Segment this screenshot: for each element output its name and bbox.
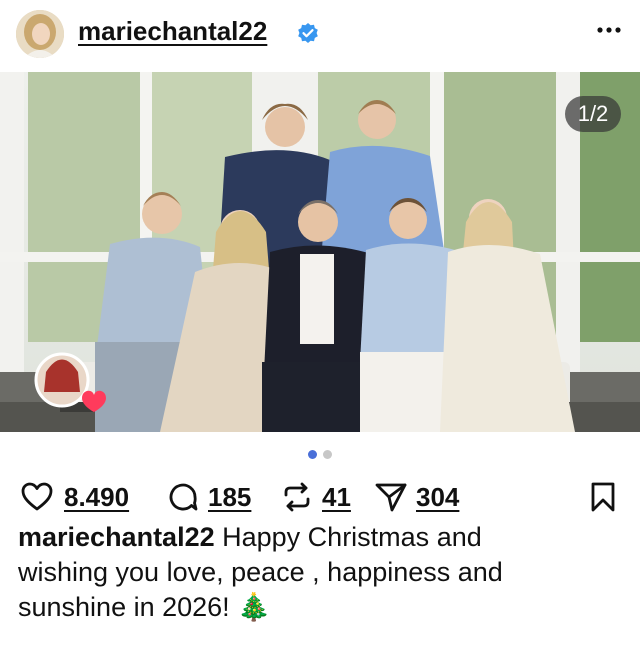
- post-username[interactable]: mariechantal22: [78, 16, 267, 47]
- send-icon[interactable]: [374, 480, 408, 514]
- image-counter-badge: 1/2: [565, 96, 621, 132]
- comment-icon[interactable]: [166, 480, 200, 514]
- shares-count[interactable]: 304: [416, 480, 459, 514]
- heart-icon[interactable]: [20, 480, 54, 514]
- avatar-image: [16, 10, 64, 58]
- caption-username[interactable]: mariechantal22: [18, 522, 215, 552]
- more-horizontal-icon[interactable]: [594, 18, 624, 42]
- post-header: mariechantal22: [0, 0, 640, 72]
- post-caption: mariechantal22 Happy Christmas and wishi…: [18, 520, 578, 625]
- bookmark-icon[interactable]: [586, 480, 620, 514]
- comments-count[interactable]: 185: [208, 480, 251, 514]
- post-photo[interactable]: [0, 72, 640, 432]
- carousel-dot[interactable]: [323, 450, 332, 459]
- reposts-count[interactable]: 41: [322, 480, 351, 514]
- avatar[interactable]: [16, 10, 64, 58]
- action-bar: 8.490 185 41 304: [0, 476, 640, 520]
- likes-count[interactable]: 8.490: [64, 480, 129, 514]
- verified-badge-icon: [298, 23, 318, 43]
- carousel-dot-active: [308, 450, 317, 459]
- carousel-indicator: [308, 450, 334, 460]
- repost-icon[interactable]: [280, 480, 314, 514]
- family-photo-image: [0, 72, 640, 432]
- christmas-tree-emoji: 🎄: [237, 592, 271, 622]
